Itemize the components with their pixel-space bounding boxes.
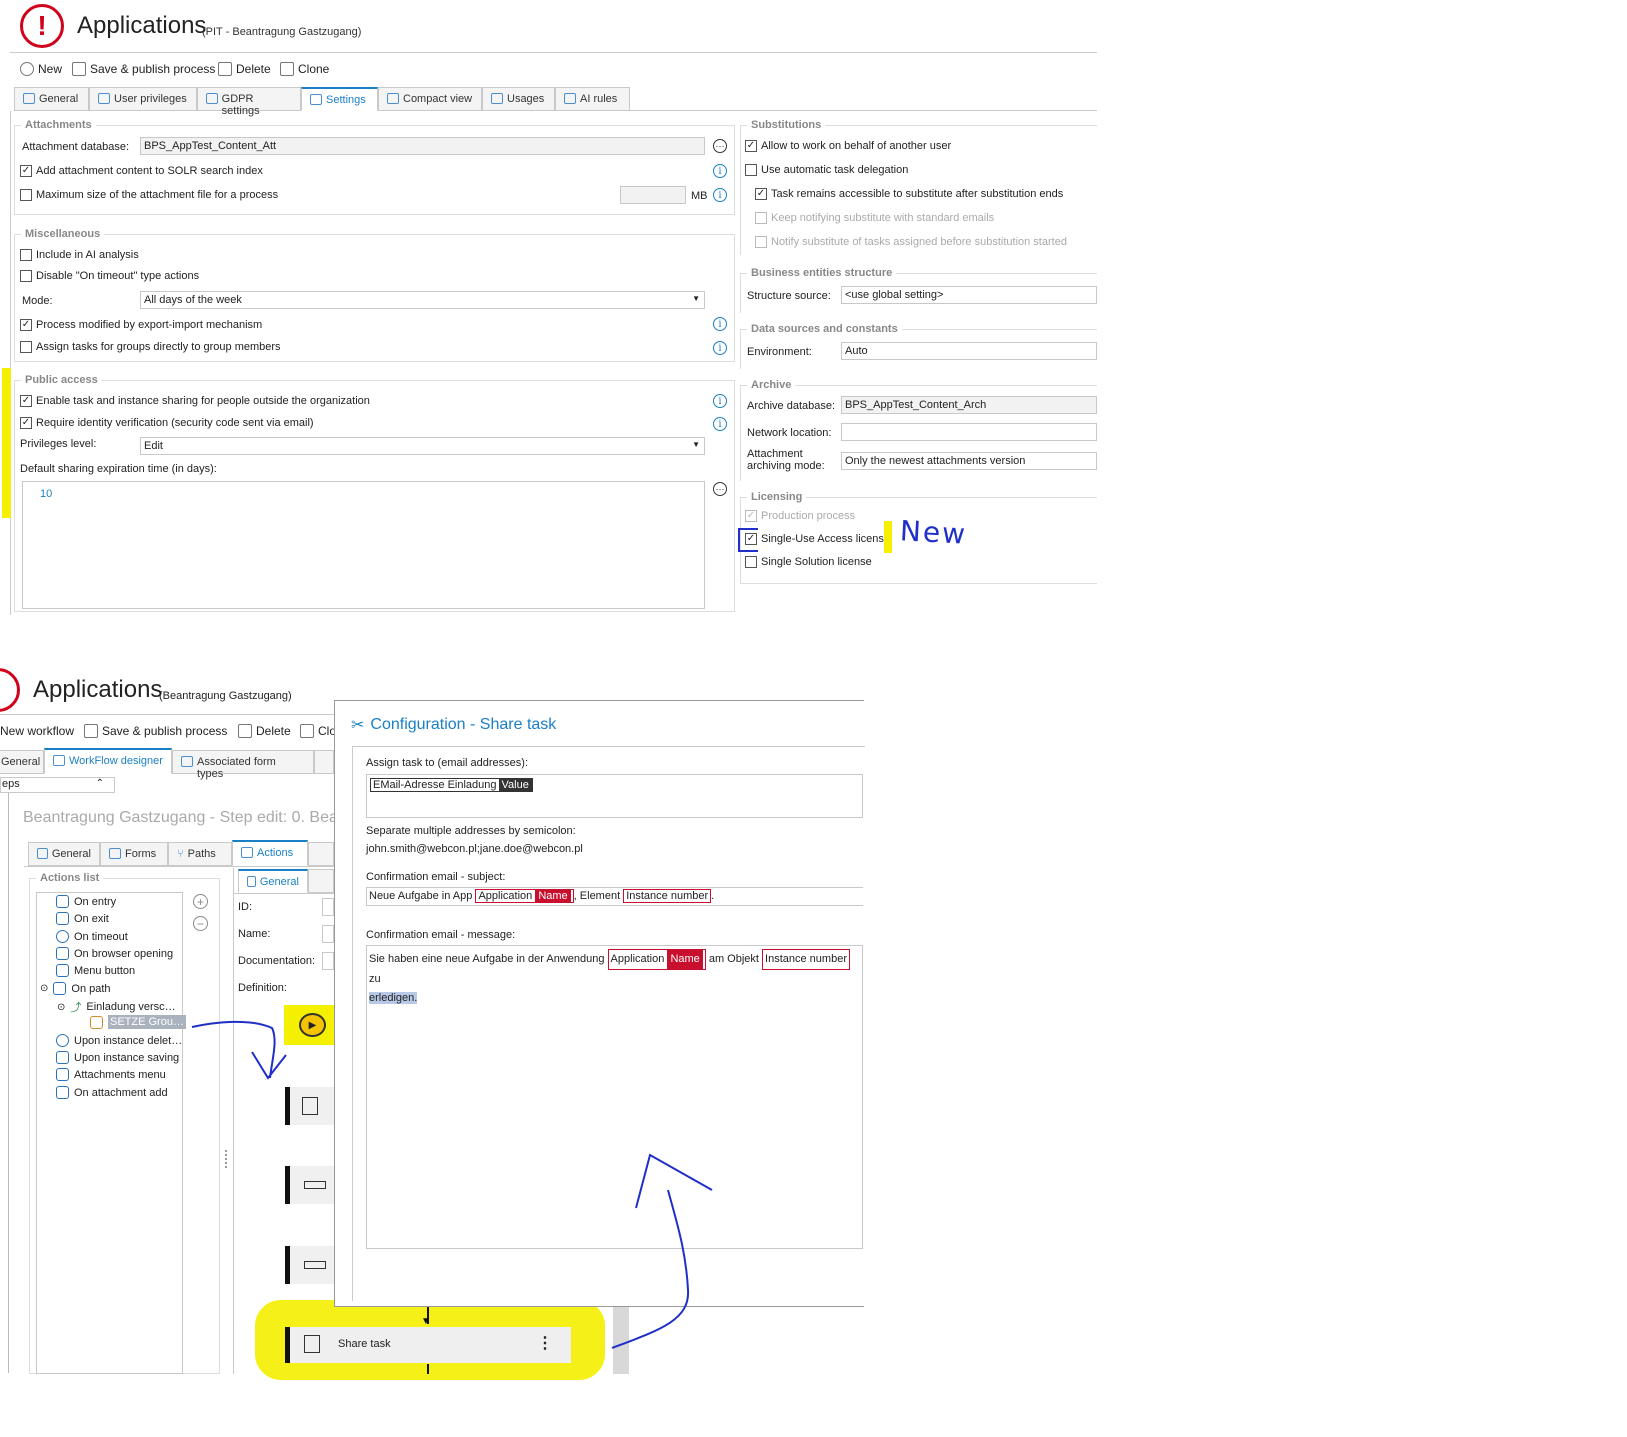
- ink-arrow-down: [191, 1020, 287, 1080]
- ink-arrow-up: [611, 1153, 713, 1349]
- ink-annotations: [191, 1020, 713, 1349]
